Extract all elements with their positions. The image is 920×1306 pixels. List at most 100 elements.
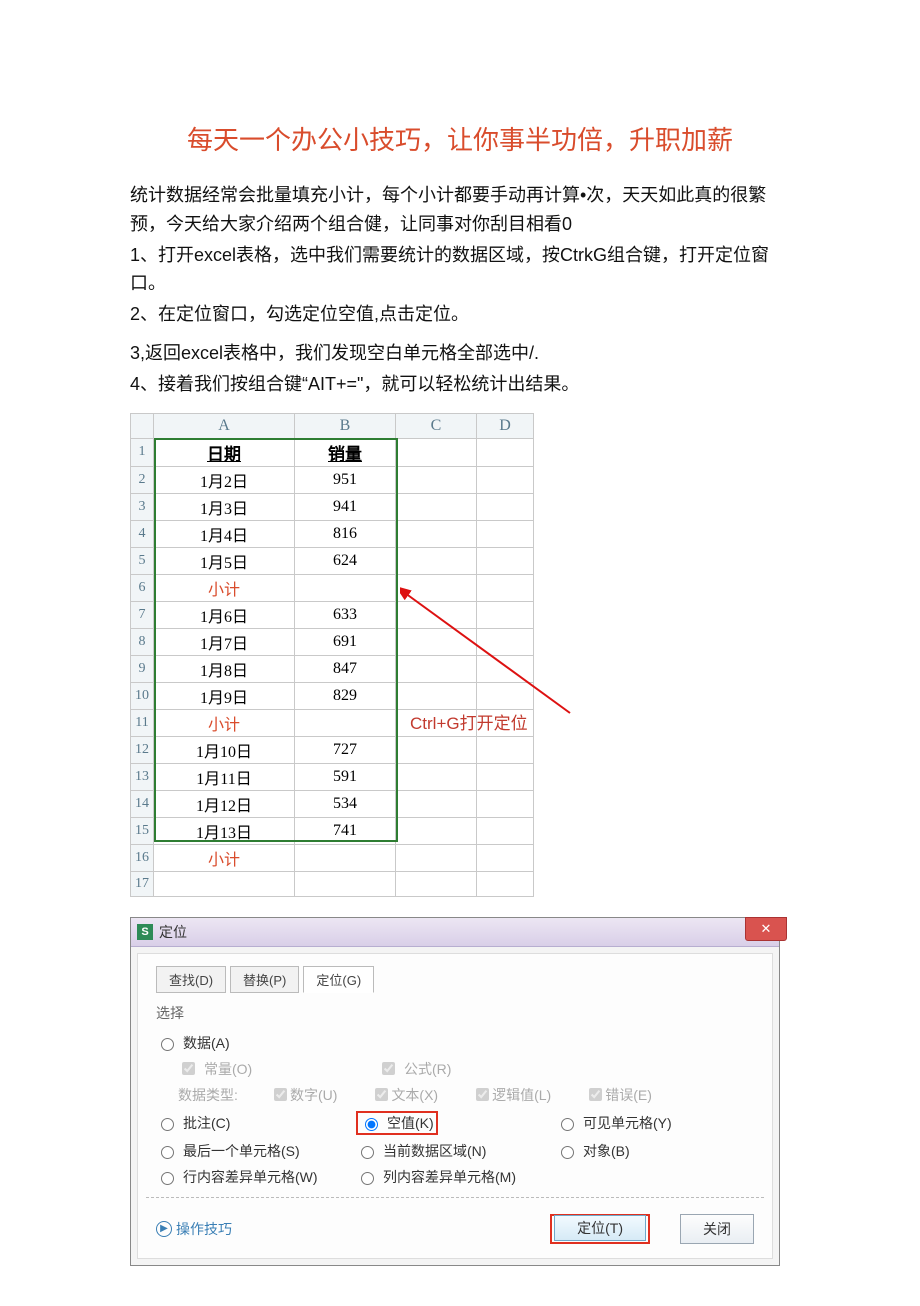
cell[interactable]	[477, 655, 534, 682]
cell[interactable]	[396, 682, 477, 709]
row-header[interactable]: 4	[131, 520, 154, 547]
cell[interactable]	[477, 574, 534, 601]
check-err[interactable]	[589, 1088, 602, 1101]
row-header[interactable]: 13	[131, 763, 154, 790]
row-header[interactable]: 16	[131, 844, 154, 871]
cell[interactable]	[396, 466, 477, 493]
cell[interactable]: 591	[295, 763, 396, 790]
cell[interactable]	[295, 709, 396, 736]
cell[interactable]: 日期	[154, 438, 295, 466]
cell[interactable]	[477, 547, 534, 574]
row-header[interactable]: 6	[131, 574, 154, 601]
cell[interactable]: 1月6日	[154, 601, 295, 628]
radio-data[interactable]	[161, 1038, 174, 1051]
check-formula[interactable]	[382, 1062, 395, 1075]
cell[interactable]: 1月13日	[154, 817, 295, 844]
cell[interactable]	[477, 520, 534, 547]
check-text[interactable]	[375, 1088, 388, 1101]
cell[interactable]	[295, 844, 396, 871]
row-header[interactable]: 14	[131, 790, 154, 817]
radio-visible[interactable]	[561, 1118, 574, 1131]
cell[interactable]: 727	[295, 736, 396, 763]
close-button[interactable]: ✕	[745, 917, 787, 941]
cell[interactable]: 624	[295, 547, 396, 574]
col-header-b[interactable]: B	[295, 413, 396, 438]
cell[interactable]	[477, 817, 534, 844]
cell[interactable]: 829	[295, 682, 396, 709]
cell[interactable]: 691	[295, 628, 396, 655]
cell[interactable]: 633	[295, 601, 396, 628]
cell[interactable]: 1月4日	[154, 520, 295, 547]
cell[interactable]	[396, 547, 477, 574]
tab-find[interactable]: 查找(D)	[156, 966, 226, 993]
cell[interactable]	[396, 574, 477, 601]
row-header[interactable]: 10	[131, 682, 154, 709]
cell[interactable]	[396, 655, 477, 682]
sheet-corner[interactable]	[131, 413, 154, 438]
check-const[interactable]	[182, 1062, 195, 1075]
cell[interactable]: 1月8日	[154, 655, 295, 682]
cell[interactable]	[396, 601, 477, 628]
tab-goto[interactable]: 定位(G)	[303, 966, 374, 993]
row-header[interactable]: 5	[131, 547, 154, 574]
cell[interactable]: 534	[295, 790, 396, 817]
radio-rowdiff[interactable]	[161, 1172, 174, 1185]
radio-object[interactable]	[561, 1146, 574, 1159]
cell[interactable]	[477, 628, 534, 655]
cell[interactable]	[396, 763, 477, 790]
tab-replace[interactable]: 替换(P)	[230, 966, 299, 993]
cell[interactable]	[396, 520, 477, 547]
cell[interactable]	[396, 817, 477, 844]
cell[interactable]	[477, 493, 534, 520]
cell[interactable]	[396, 844, 477, 871]
radio-lastcell[interactable]	[161, 1146, 174, 1159]
cell[interactable]	[477, 466, 534, 493]
row-header[interactable]: 7	[131, 601, 154, 628]
cell[interactable]	[477, 682, 534, 709]
radio-comment[interactable]	[161, 1118, 174, 1131]
cell[interactable]: 741	[295, 817, 396, 844]
cell[interactable]	[396, 736, 477, 763]
tip-link[interactable]: ▶ 操作技巧	[156, 1219, 232, 1239]
cell[interactable]: 951	[295, 466, 396, 493]
row-header[interactable]: 8	[131, 628, 154, 655]
cell[interactable]	[477, 763, 534, 790]
cell[interactable]	[396, 790, 477, 817]
col-header-a[interactable]: A	[154, 413, 295, 438]
cell[interactable]	[396, 871, 477, 896]
cell[interactable]: 847	[295, 655, 396, 682]
row-header[interactable]: 1	[131, 438, 154, 466]
dialog-titlebar[interactable]: S 定位 ✕	[131, 918, 779, 947]
cell[interactable]	[477, 871, 534, 896]
cell[interactable]	[477, 438, 534, 466]
radio-coldiff[interactable]	[361, 1172, 374, 1185]
row-header[interactable]: 17	[131, 871, 154, 896]
row-header[interactable]: 3	[131, 493, 154, 520]
cell[interactable]	[477, 736, 534, 763]
cell[interactable]: 1月9日	[154, 682, 295, 709]
row-header[interactable]: 12	[131, 736, 154, 763]
col-header-c[interactable]: C	[396, 413, 477, 438]
cell[interactable]: 816	[295, 520, 396, 547]
cell[interactable]: 1月2日	[154, 466, 295, 493]
cell[interactable]: 1月5日	[154, 547, 295, 574]
row-header[interactable]: 2	[131, 466, 154, 493]
cell[interactable]	[477, 601, 534, 628]
cell[interactable]	[295, 871, 396, 896]
cell-subtotal[interactable]: 小计	[154, 709, 295, 736]
cell[interactable]: 销量	[295, 438, 396, 466]
col-header-d[interactable]: D	[477, 413, 534, 438]
cell[interactable]: 1月7日	[154, 628, 295, 655]
goto-button[interactable]: 定位(T)	[554, 1215, 646, 1241]
cell[interactable]: 1月10日	[154, 736, 295, 763]
cell[interactable]	[295, 574, 396, 601]
cell[interactable]	[154, 871, 295, 896]
radio-blank[interactable]	[365, 1118, 378, 1131]
check-num[interactable]	[274, 1088, 287, 1101]
cell[interactable]: 1月12日	[154, 790, 295, 817]
cell[interactable]: 1月11日	[154, 763, 295, 790]
cell[interactable]	[477, 790, 534, 817]
row-header[interactable]: 9	[131, 655, 154, 682]
cell[interactable]	[477, 844, 534, 871]
cell-subtotal[interactable]: 小计	[154, 574, 295, 601]
